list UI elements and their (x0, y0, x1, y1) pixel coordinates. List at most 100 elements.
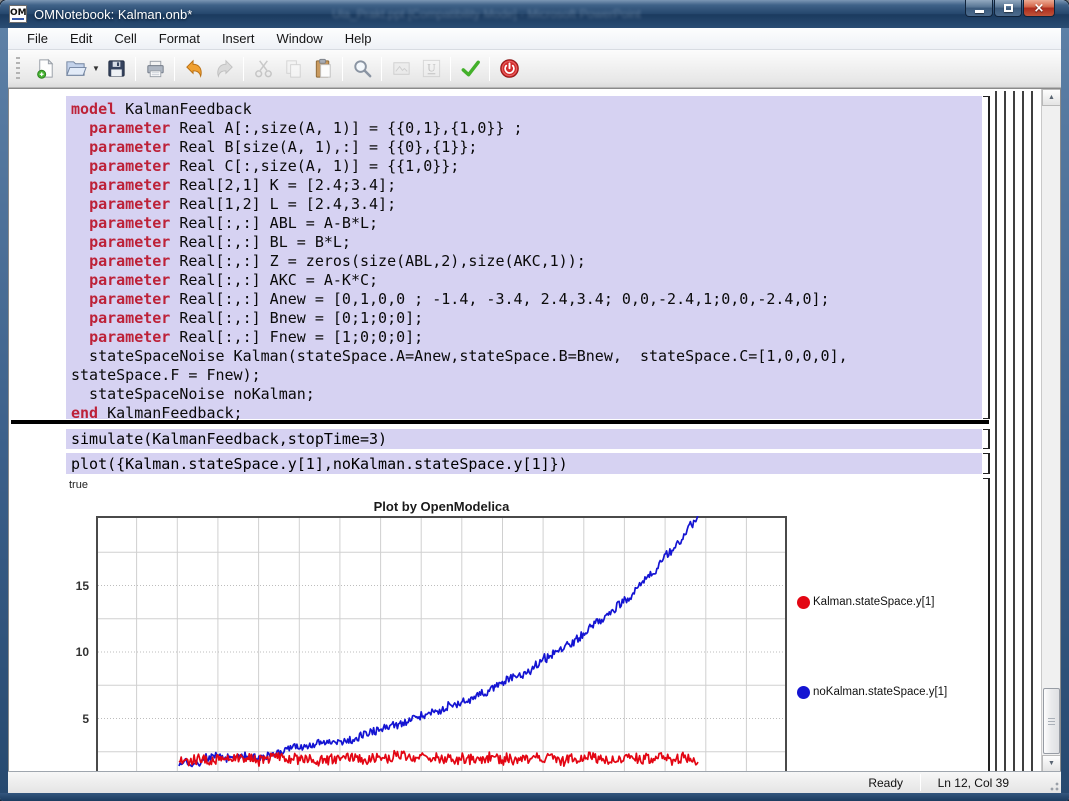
code-line: parameter Real[:,:] Z = zeros(size(ABL,2… (71, 252, 982, 271)
save-button[interactable] (101, 55, 131, 83)
menu-edit[interactable]: Edit (59, 29, 103, 48)
code-cell-bracket[interactable] (983, 96, 990, 419)
status-bar: Ready Ln 12, Col 39 (8, 771, 1061, 793)
background-window-title: Ula_Prakt.ppt [Compatibility Mode] - Mic… (332, 7, 641, 21)
close-icon: × (1034, 2, 1045, 15)
window-title: OMNotebook: Kalman.onb* (34, 7, 192, 22)
plot-command-cell-bracket[interactable] (983, 453, 990, 474)
redo-icon (213, 57, 236, 80)
scroll-down-button[interactable]: ▼ (1042, 755, 1061, 771)
svg-text:U: U (427, 62, 436, 74)
open-folder-icon (64, 57, 87, 80)
copy-icon (282, 57, 305, 80)
legend-marker-icon (797, 596, 810, 609)
code-line: parameter Real[:,:] Bnew = [0;1;0;0]; (71, 309, 982, 328)
legend-item: noKalman.stateSpace.y[1] (797, 685, 947, 699)
plot-canvas (96, 516, 787, 771)
group-bracket-line[interactable] (1022, 91, 1024, 771)
code-line: parameter Real[:,:] AKC = A-K*C; (71, 271, 982, 290)
save-icon (105, 57, 128, 80)
y-tick-label: 5 (67, 712, 89, 726)
menu-insert[interactable]: Insert (211, 29, 266, 48)
group-bracket-line[interactable] (1004, 91, 1006, 771)
code-line: parameter Real[1,2] L = [2.4,3.4]; (71, 195, 982, 214)
image-button[interactable] (386, 55, 416, 83)
menu-bar: FileEditCellFormatInsertWindowHelp (8, 28, 1061, 50)
print-button[interactable] (140, 55, 170, 83)
evaluate-icon (459, 57, 482, 80)
legend-label: Kalman.stateSpace.y[1] (813, 596, 934, 609)
code-line: model KalmanFeedback (71, 100, 982, 119)
redo-button[interactable] (209, 55, 239, 83)
status-separator (920, 774, 921, 791)
new-document-icon (34, 57, 57, 80)
code-line: stateSpaceNoise noKalman; (71, 385, 982, 404)
code-line: parameter Real[:,:] BL = B*L; (71, 233, 982, 252)
code-line: parameter Real[:,:] Anew = [0,1,0,0 ; -1… (71, 290, 982, 309)
vertical-scrollbar[interactable]: ▲ ▼ (1041, 89, 1060, 771)
simulate-cell-bracket[interactable] (983, 429, 990, 449)
underline-button[interactable]: U (416, 55, 446, 83)
output-cell-bracket[interactable] (983, 478, 990, 771)
menu-format[interactable]: Format (148, 29, 211, 48)
undo-button[interactable] (179, 55, 209, 83)
window-border-right (1061, 28, 1069, 793)
underline-icon: U (420, 57, 443, 80)
print-icon (144, 57, 167, 80)
scroll-up-button[interactable]: ▲ (1042, 89, 1061, 106)
new-document-button[interactable] (30, 55, 60, 83)
minimize-icon (975, 10, 984, 13)
menu-cell[interactable]: Cell (103, 29, 147, 48)
cell-insertion-cursor[interactable] (11, 420, 989, 424)
toolbar-separator (450, 57, 451, 81)
close-button[interactable]: × (1023, 0, 1055, 17)
search-icon (351, 57, 374, 80)
evaluate-button[interactable] (455, 55, 485, 83)
toolbar-separator (381, 57, 382, 81)
paste-icon (312, 57, 335, 80)
group-bracket-line[interactable] (995, 91, 997, 771)
status-ready: Ready (868, 776, 903, 790)
maximize-icon (1004, 4, 1013, 12)
menu-file[interactable]: File (16, 29, 59, 48)
copy-button[interactable] (278, 55, 308, 83)
cut-button[interactable] (248, 55, 278, 83)
window-border-left (0, 28, 8, 793)
code-cell[interactable]: model KalmanFeedback parameter Real A[:,… (66, 96, 982, 419)
code-line: parameter Real[2,1] K = [2.4;3.4]; (71, 176, 982, 195)
open-folder-button[interactable] (60, 55, 90, 83)
toolbar-separator (489, 57, 490, 81)
notebook-area: model KalmanFeedback parameter Real A[:,… (8, 88, 1061, 771)
series-curve-noKalman.stateSpace.y[1] (179, 516, 698, 767)
search-button[interactable] (347, 55, 377, 83)
scrollbar-thumb[interactable] (1043, 688, 1060, 754)
titlebar[interactable]: OM OMNotebook: Kalman.onb* Ula_Prakt.ppt… (0, 0, 1069, 28)
plot-title: Plot by OpenModelica (96, 499, 787, 514)
stop-button[interactable] (494, 55, 524, 83)
cut-icon (252, 57, 275, 80)
menu-window[interactable]: Window (265, 29, 333, 48)
plot-command-cell[interactable]: plot({Kalman.stateSpace.y[1],noKalman.st… (66, 453, 982, 474)
code-line: parameter Real A[:,size(A, 1)] = {{0,1},… (71, 119, 982, 138)
simulate-cell[interactable]: simulate(KalmanFeedback,stopTime=3) (66, 429, 982, 449)
resize-grip[interactable] (1047, 779, 1059, 791)
group-bracket-line[interactable] (1031, 91, 1033, 771)
y-tick-label: 10 (67, 645, 89, 659)
code-line: parameter Real B[size(A, 1),:] = {{0},{1… (71, 138, 982, 157)
legend-marker-icon (797, 686, 810, 699)
code-line: parameter Real C[:,size(A, 1)] = {{1,0}}… (71, 157, 982, 176)
minimize-button[interactable] (965, 0, 993, 17)
group-bracket-line[interactable] (1013, 91, 1015, 771)
y-tick-label: 15 (67, 579, 89, 593)
toolbar-separator (243, 57, 244, 81)
maximize-button[interactable] (994, 0, 1022, 17)
paste-button[interactable] (308, 55, 338, 83)
code-line: stateSpaceNoise Kalman(stateSpace.A=Anew… (71, 347, 982, 366)
menu-help[interactable]: Help (334, 29, 383, 48)
open-dropdown-caret[interactable]: ▼ (91, 64, 101, 73)
code-line: parameter Real[:,:] Fnew = [1;0;0;0]; (71, 328, 982, 347)
toolbar-grip[interactable] (16, 57, 20, 81)
code-line: stateSpace.F = Fnew); (71, 366, 982, 385)
stop-icon (498, 57, 521, 80)
legend-label: noKalman.stateSpace.y[1] (813, 686, 947, 699)
